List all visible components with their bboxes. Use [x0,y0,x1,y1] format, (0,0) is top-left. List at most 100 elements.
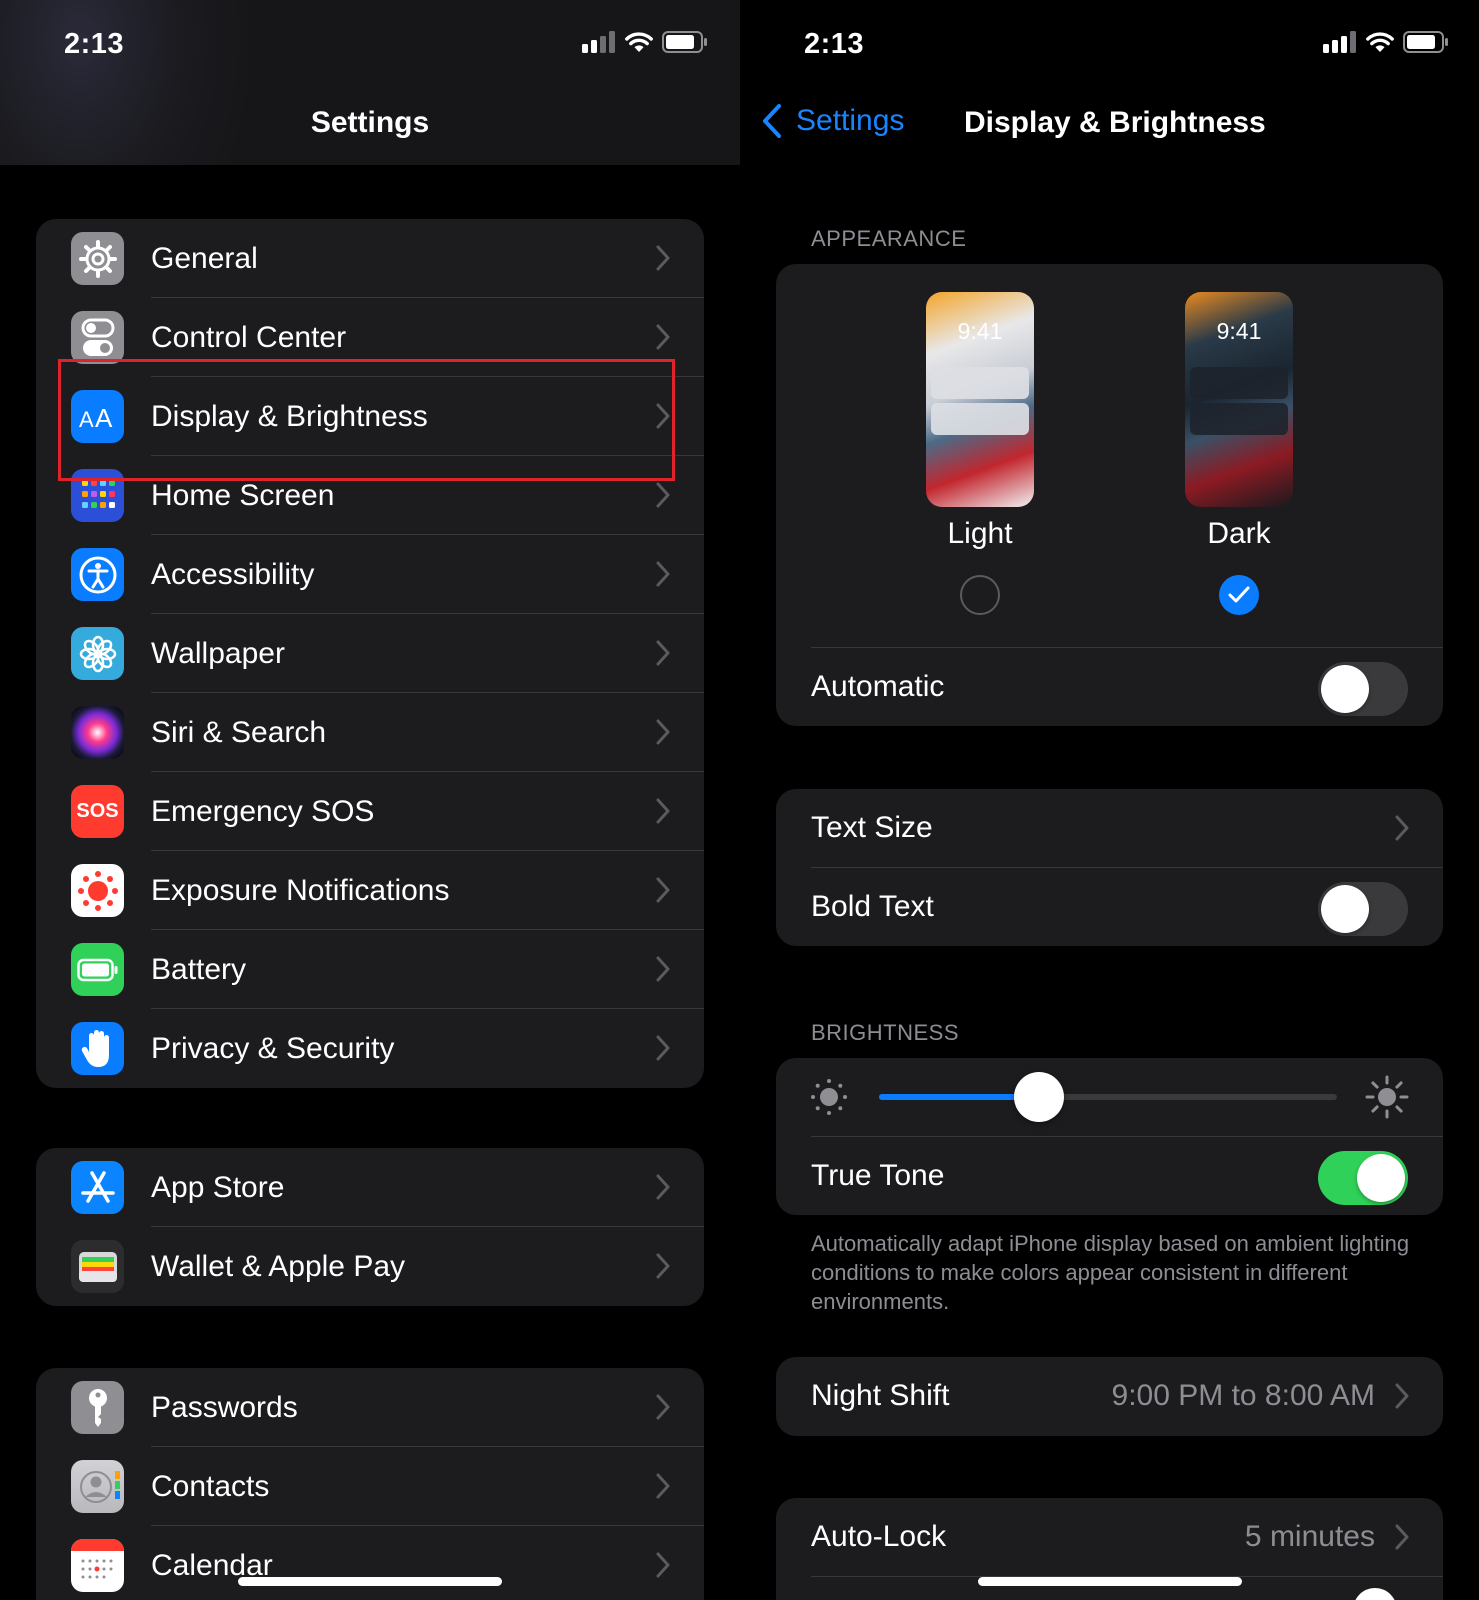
chevron-right-icon [656,1035,670,1061]
settings-item-label: Passwords [151,1390,298,1424]
chevron-right-icon [1395,1524,1409,1550]
settings-item-siri-search[interactable]: Siri & Search [36,693,704,772]
toggle-knob[interactable] [1353,1588,1397,1600]
light-mode-radio[interactable] [960,575,1000,615]
hand-icon [71,1022,124,1075]
settings-item-general[interactable]: General [36,219,704,298]
settings-item-accessibility[interactable]: Accessibility [36,535,704,614]
settings-item-label: Battery [151,952,247,986]
dark-mode-radio[interactable] [1219,575,1259,615]
home-indicator[interactable] [238,1577,502,1586]
preview-time: 9:41 [1216,318,1262,344]
status-icons [1323,31,1449,53]
brightness-slider-thumb[interactable] [1014,1072,1065,1122]
cellular-signal-icon [582,31,615,53]
display-brightness-screen: 2:13 Settings Display & Brightness APPEA… [740,0,1479,1600]
preview-widget [931,403,1029,435]
cellular-signal-icon [1323,31,1356,53]
settings-group-store: App Store Wallet & Apple Pay [36,1148,704,1306]
home-indicator[interactable] [978,1577,1242,1586]
calendar-icon [71,1539,124,1592]
settings-item-label: Privacy & Security [151,1031,395,1065]
preview-widget [1190,367,1288,399]
status-icons [582,31,708,53]
wallet-icon [71,1240,124,1293]
battery-status-icon [662,31,707,53]
gear-icon [71,232,124,285]
chevron-right-icon [656,1253,670,1279]
chevron-right-icon [656,1552,670,1578]
settings-item-label: App Store [151,1170,285,1204]
toggle-knob [1321,665,1369,713]
page-title: Display & Brightness [964,106,1266,139]
settings-group-main: General Control Center AA Display & Brig… [36,219,704,1088]
true-tone-toggle[interactable] [1318,1151,1408,1205]
back-button[interactable]: Settings [762,104,904,138]
settings-item-exposure-notifications[interactable]: Exposure Notifications [36,851,704,930]
app-store-icon [71,1161,124,1214]
settings-item-battery[interactable]: Battery [36,930,704,1009]
settings-item-label: Emergency SOS [151,794,375,828]
bold-text-row: Bold Text [776,868,1443,946]
settings-item-privacy-security[interactable]: Privacy & Security [36,1009,704,1088]
flower-icon [71,627,124,680]
exposure-icon [71,864,124,917]
status-time: 2:13 [804,28,865,60]
chevron-right-icon [656,324,670,350]
brightness-slider-row [776,1058,1443,1137]
chevron-left-icon [763,104,781,138]
accessibility-icon [71,548,124,601]
settings-screen: 2:13 Settings General Control Center A A… [0,0,740,1600]
text-size-label: Text Size [811,811,933,844]
wifi-icon [1366,32,1394,52]
settings-item-contacts[interactable]: Contacts [36,1447,704,1526]
chevron-right-icon [656,561,670,587]
dark-mode-preview: 9:41 [1185,292,1293,507]
settings-group-accounts: Passwords Contacts Calendar [36,1368,704,1600]
chevron-right-icon [656,1394,670,1420]
automatic-toggle[interactable] [1318,662,1408,716]
key-icon [71,1381,124,1434]
bold-text-label: Bold Text [811,890,934,923]
page-title: Settings [310,106,430,139]
preview-time: 9:41 [957,318,1003,344]
true-tone-row: True Tone [776,1137,1443,1215]
settings-item-wallet[interactable]: Wallet & Apple Pay [36,1227,704,1306]
chevron-right-icon [656,719,670,745]
bold-text-toggle[interactable] [1318,882,1408,936]
checkmark-icon [1228,586,1250,603]
contacts-icon [71,1460,124,1513]
battery-status-icon [1403,31,1448,53]
automatic-label: Automatic [811,670,945,703]
appearance-section-header: APPEARANCE [811,226,967,251]
auto-lock-label: Auto-Lock [811,1520,947,1553]
brightness-section-header: BRIGHTNESS [811,1020,960,1045]
night-shift-row[interactable]: Night Shift 9:00 PM to 8:00 AM [776,1357,1443,1436]
settings-item-label: Siri & Search [151,715,327,749]
sun-min-icon [811,1079,847,1115]
sun-max-icon [1365,1075,1409,1119]
settings-item-emergency-sos[interactable]: SOS Emergency SOS [36,772,704,851]
text-size-row[interactable]: Text Size [776,789,1443,868]
settings-item-label: Wallet & Apple Pay [151,1249,406,1283]
toggle-knob [1321,885,1369,933]
settings-item-label: Control Center [151,320,347,354]
auto-lock-row[interactable]: Auto-Lock 5 minutes [776,1498,1443,1577]
settings-item-passwords[interactable]: Passwords [36,1368,704,1447]
chevron-right-icon [656,1473,670,1499]
settings-item-wallpaper[interactable]: Wallpaper [36,614,704,693]
chevron-right-icon [1395,815,1409,841]
appearance-group: 9:41 Light 9:41 Dark Automatic [776,264,1443,726]
chevron-right-icon [656,482,670,508]
settings-item-app-store[interactable]: App Store [36,1148,704,1227]
toggle-knob [1357,1154,1405,1202]
text-group: Text Size Bold Text [776,789,1443,946]
wifi-icon [625,32,653,52]
chevron-right-icon [656,245,670,271]
brightness-slider-track[interactable] [879,1072,1337,1122]
back-button-label: Settings [796,104,905,137]
light-mode-preview: 9:41 [926,292,1034,507]
settings-item-calendar[interactable]: Calendar [36,1526,704,1600]
settings-item-label: General [151,241,258,275]
preview-widget [1190,403,1288,435]
